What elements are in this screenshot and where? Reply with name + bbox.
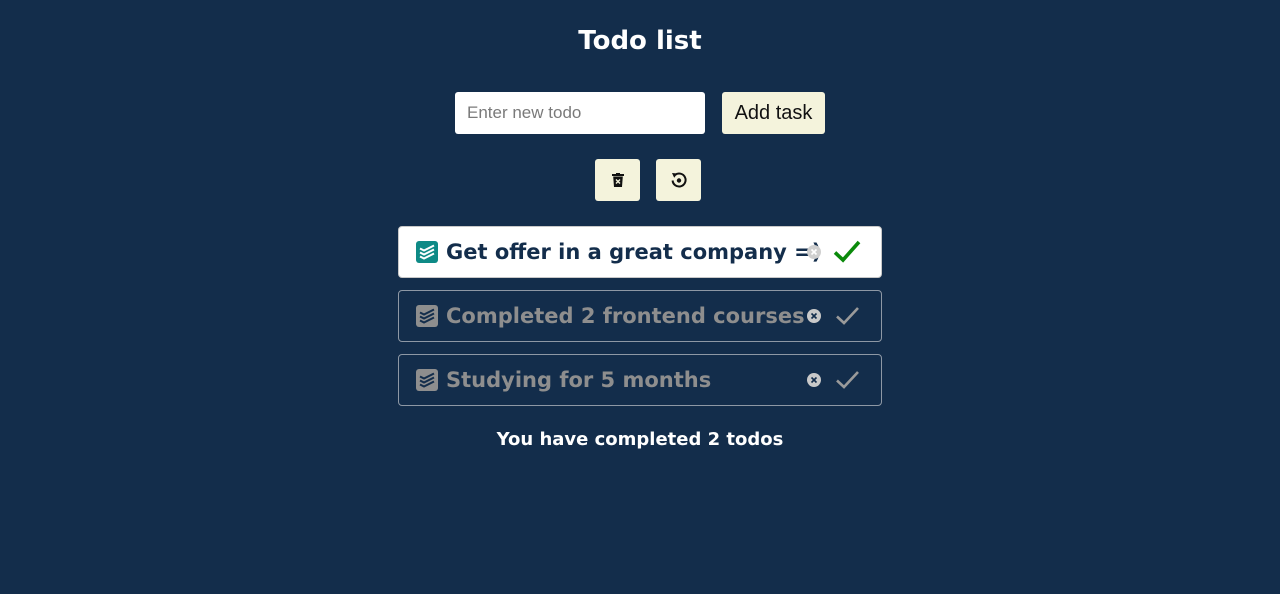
reset-button[interactable] <box>656 159 701 201</box>
add-task-button[interactable]: Add task <box>722 92 825 134</box>
trash-icon <box>611 173 624 187</box>
todo-item[interactable]: Completed 2 frontend courses <box>398 290 882 342</box>
delete-completed-button[interactable] <box>595 159 640 201</box>
complete-todo-icon[interactable] <box>833 366 861 394</box>
complete-todo-icon[interactable] <box>833 238 861 266</box>
page-title: Todo list <box>578 26 702 56</box>
remove-todo-icon[interactable] <box>807 373 821 387</box>
todo-item[interactable]: Studying for 5 months <box>398 354 882 406</box>
todo-app: Todo list Add task Get offer in a great … <box>0 0 1280 594</box>
completed-summary: You have completed 2 todos <box>496 429 784 450</box>
todo-text: Completed 2 frontend courses <box>446 304 805 328</box>
task-list-icon <box>416 369 438 391</box>
remove-todo-icon[interactable] <box>807 245 821 259</box>
remove-todo-icon[interactable] <box>807 309 821 323</box>
new-todo-input[interactable] <box>455 92 705 134</box>
task-list-icon <box>416 305 438 327</box>
todo-text: Studying for 5 months <box>446 368 712 392</box>
todo-item[interactable]: Get offer in a great company =) <box>398 226 882 278</box>
todo-text: Get offer in a great company =) <box>446 240 822 264</box>
complete-todo-icon[interactable] <box>833 302 861 330</box>
task-list-icon <box>416 241 438 263</box>
reset-icon <box>671 172 687 188</box>
